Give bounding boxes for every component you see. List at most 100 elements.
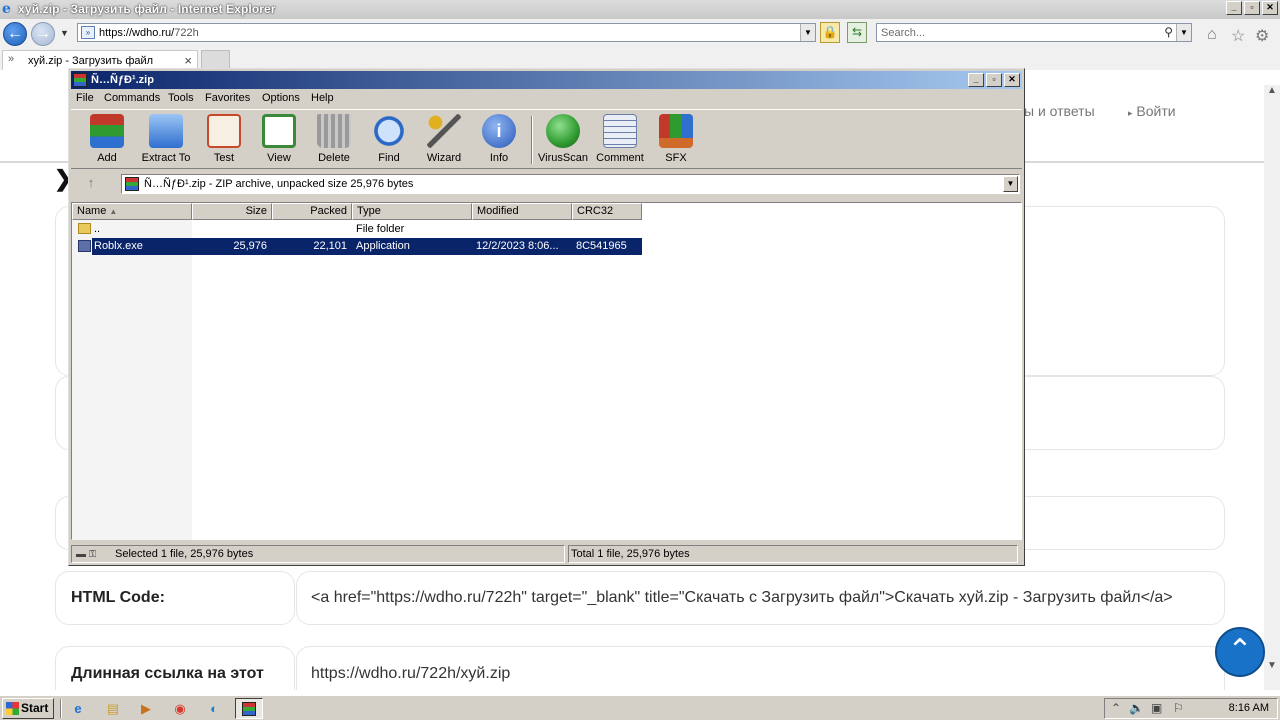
test-clipboard-icon: [207, 114, 241, 148]
toolbar-view-button[interactable]: View: [249, 114, 309, 166]
ie-minimize-button[interactable]: _: [1226, 1, 1242, 15]
scroll-down-icon[interactable]: ▼: [1264, 660, 1280, 676]
tab-close-icon[interactable]: ×: [184, 53, 192, 68]
toolbar-add-button[interactable]: Add: [77, 114, 137, 166]
row-packed: 22,101: [313, 240, 347, 252]
column-header-modified[interactable]: Modified: [472, 203, 572, 220]
address-dropdown-icon[interactable]: ▼: [800, 24, 815, 41]
quicklaunch-mediaplayer-icon[interactable]: ▶: [135, 698, 157, 719]
winrar-titlebar: Ñ…ÑƒÐ¹.zip _ ▫ ✕: [71, 71, 1022, 89]
winrar-minimize-button[interactable]: _: [968, 73, 984, 87]
status-total: Total 1 file, 25,976 bytes: [568, 545, 1018, 563]
toolbar-extract-button[interactable]: Extract To: [136, 114, 196, 166]
anyrun-watermark: ANY.RUN: [1040, 682, 1250, 690]
search-icon[interactable]: ⚲: [1164, 25, 1173, 39]
row-size: 25,976: [233, 240, 267, 252]
menu-options[interactable]: Options: [262, 92, 300, 104]
toolbar-find-button[interactable]: Find: [359, 114, 419, 166]
new-tab-button[interactable]: [201, 50, 230, 69]
winrar-taskbar-icon: [242, 702, 256, 716]
ie-window-controls: _ ▫ ✕: [1226, 1, 1278, 15]
system-tray: ⌃ 🔈 ▣ ⚐ 8:16 AM: [1104, 698, 1278, 719]
search-input[interactable]: Search...: [881, 27, 925, 39]
path-dropdown-icon[interactable]: ▼: [1003, 176, 1018, 192]
quicklaunch-ie-icon[interactable]: e: [67, 698, 89, 719]
address-bar[interactable]: » https://wdho.ru/722h ▼: [77, 23, 816, 42]
row-crc32: 8C541965: [576, 240, 627, 252]
long-link-label: Длинная ссылка на этот: [71, 665, 264, 682]
html-code-value[interactable]: <a href="https://wdho.ru/722h" target="_…: [311, 589, 1173, 607]
address-url-path: 722h: [174, 27, 199, 39]
row-type: File folder: [356, 223, 405, 235]
ie-close-button[interactable]: ✕: [1262, 1, 1278, 15]
column-header-packed[interactable]: Packed: [272, 203, 352, 220]
toolbar-comment-button[interactable]: Comment: [590, 114, 650, 166]
toolbar-view-label: View: [267, 152, 291, 164]
list-item-selected-file[interactable]: Roblx.exe 25,976 22,101 Application 12/2…: [72, 238, 1021, 255]
nav-link-login[interactable]: ▸ Войти: [1128, 103, 1176, 119]
toolbar-info-button[interactable]: i Info: [469, 114, 529, 166]
list-item-parent-folder[interactable]: .. File folder: [72, 221, 1021, 238]
toolbar-comment-label: Comment: [596, 152, 644, 164]
add-archive-icon: [90, 114, 124, 148]
home-icon[interactable]: ⌂: [1207, 26, 1217, 44]
folder-icon: [78, 223, 91, 234]
column-header-crc32[interactable]: CRC32: [572, 203, 642, 220]
column-header-name[interactable]: Name ▲: [72, 203, 192, 220]
long-link-value[interactable]: https://wdho.ru/722h/хуй.zip: [311, 665, 510, 683]
forward-button[interactable]: →: [31, 22, 55, 46]
menu-favorites[interactable]: Favorites: [205, 92, 250, 104]
history-dropdown-icon[interactable]: ▼: [60, 28, 69, 38]
favorites-star-icon[interactable]: ☆: [1231, 26, 1245, 46]
path-text: Ñ…ÑƒÐ¹.zip - ZIP archive, unpacked size …: [144, 178, 414, 190]
taskbar-winrar-button[interactable]: [235, 698, 263, 719]
column-header-size[interactable]: Size: [192, 203, 272, 220]
nav-link-faq[interactable]: ы и ответы: [1024, 103, 1095, 119]
toolbar-sfx-button[interactable]: SFX: [646, 114, 706, 166]
menu-file[interactable]: File: [76, 92, 94, 104]
quicklaunch-explorer-icon[interactable]: ▤: [102, 698, 124, 719]
network-icon[interactable]: ▣: [1151, 701, 1162, 715]
file-list[interactable]: Name ▲ Size Packed Type Modified CRC32 .…: [71, 202, 1022, 540]
back-button[interactable]: ←: [3, 22, 27, 46]
toolbar-virusscan-button[interactable]: VirusScan: [533, 114, 593, 166]
volume-icon[interactable]: 🔈: [1129, 701, 1144, 715]
column-header-type[interactable]: Type: [352, 203, 472, 220]
toolbar-wizard-button[interactable]: Wizard: [414, 114, 474, 166]
winrar-maximize-button[interactable]: ▫: [986, 73, 1002, 87]
menu-commands[interactable]: Commands: [104, 92, 160, 104]
lock-icon[interactable]: 🔒: [820, 22, 840, 43]
page-scrollbar[interactable]: ▲ ▼: [1264, 85, 1280, 690]
status-selection: ▬ ⚿ Selected 1 file, 25,976 bytes: [71, 545, 565, 563]
up-folder-button[interactable]: ↑: [79, 175, 103, 193]
toolbar-test-button[interactable]: Test: [194, 114, 254, 166]
clock[interactable]: 8:16 AM: [1229, 702, 1269, 714]
address-url[interactable]: https://wdho.ru/722h: [99, 27, 199, 39]
sort-ascending-icon: ▲: [109, 207, 118, 216]
quicklaunch-chrome-icon[interactable]: ◉: [169, 698, 191, 719]
menu-tools[interactable]: Tools: [168, 92, 194, 104]
action-center-flag-icon[interactable]: ⚐: [1173, 701, 1184, 715]
tray-expand-icon[interactable]: ⌃: [1111, 701, 1121, 715]
row-type: Application: [356, 240, 410, 252]
html-code-value-card: <a href="https://wdho.ru/722h" target="_…: [296, 571, 1225, 625]
page-icon: »: [81, 26, 95, 39]
path-combobox[interactable]: Ñ…ÑƒÐ¹.zip - ZIP archive, unpacked size …: [121, 174, 1020, 194]
tab-active[interactable]: » хуй.zip - Загрузить файл ×: [2, 50, 198, 70]
scroll-to-top-button[interactable]: ⌃: [1215, 627, 1265, 677]
ie-maximize-button[interactable]: ▫: [1244, 1, 1260, 15]
info-icon: i: [482, 114, 516, 148]
quicklaunch-edge-icon[interactable]: ◐: [203, 698, 225, 719]
tools-gear-icon[interactable]: ⚙: [1255, 26, 1269, 46]
search-dropdown-icon[interactable]: ▼: [1176, 24, 1191, 41]
refresh-icon[interactable]: ⇆: [847, 22, 867, 43]
start-button[interactable]: Start: [2, 698, 54, 719]
scroll-up-icon[interactable]: ▲: [1264, 85, 1280, 101]
toolbar-info-label: Info: [489, 152, 509, 164]
search-box[interactable]: Search... ⚲ ▼: [876, 23, 1192, 42]
toolbar-delete-button[interactable]: Delete: [304, 114, 364, 166]
winrar-close-button[interactable]: ✕: [1004, 73, 1020, 87]
menu-help[interactable]: Help: [311, 92, 334, 104]
long-link-label-card: Длинная ссылка на этот: [55, 646, 295, 690]
winrar-window-controls: _ ▫ ✕: [968, 73, 1020, 87]
